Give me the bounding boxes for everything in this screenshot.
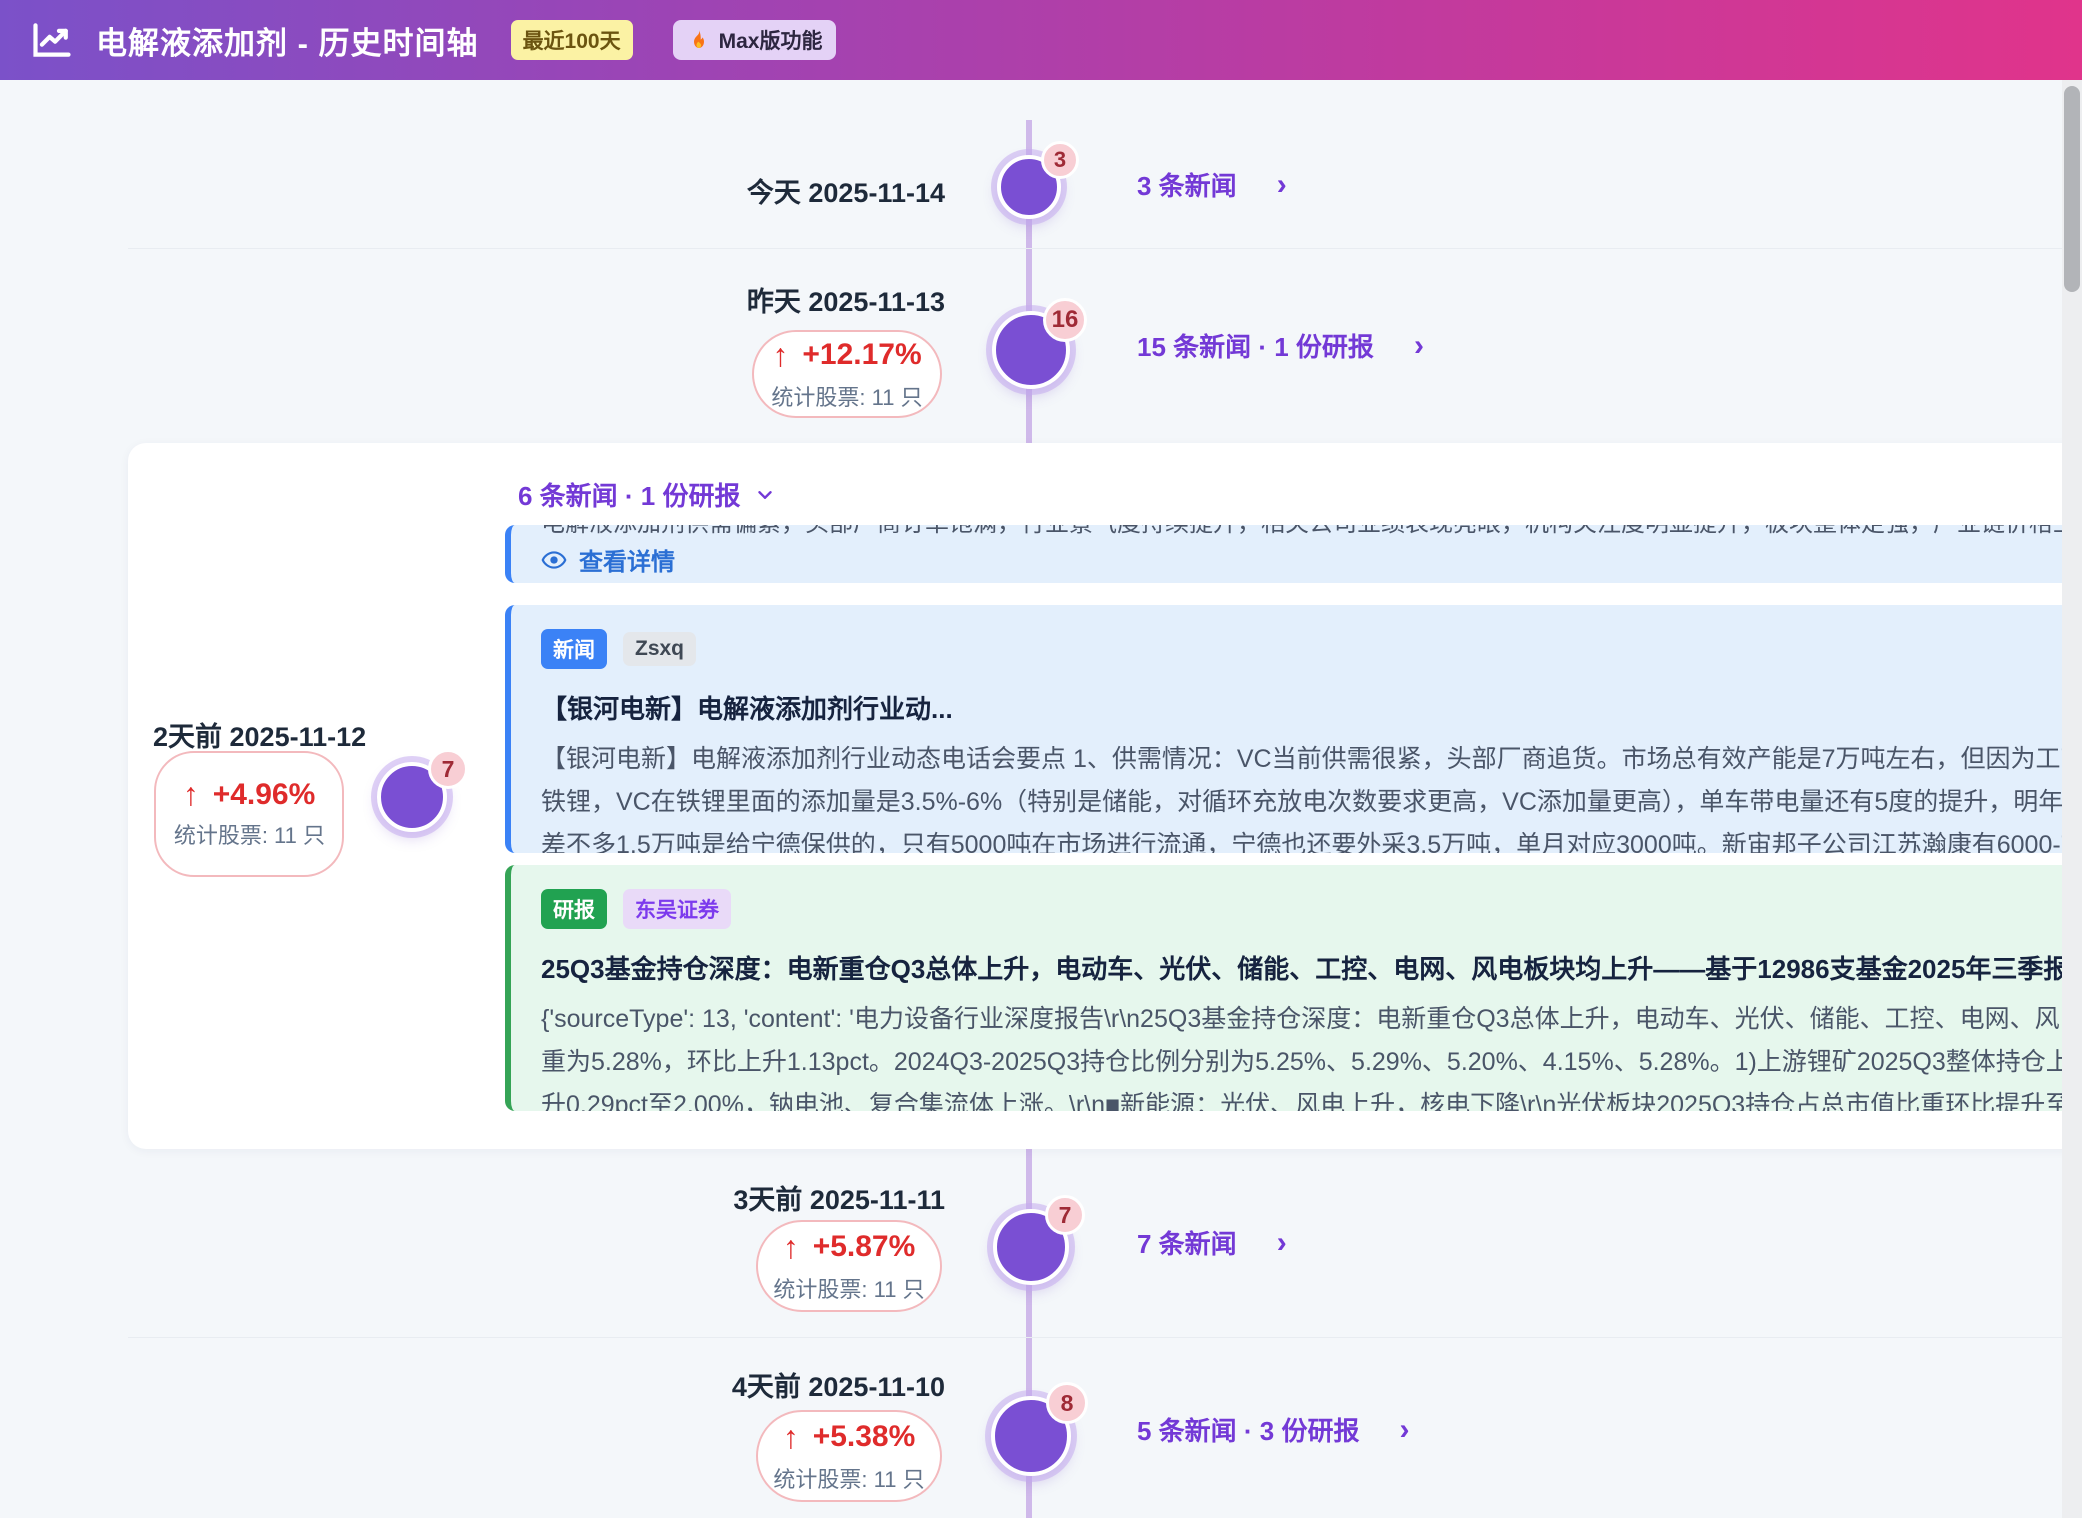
up-arrow-icon: ↑: [783, 1229, 799, 1266]
count-badge: 16: [1043, 298, 1087, 342]
report-body-line: 重为5.28%，环比上升1.13pct。2024Q3-2025Q3持仓比例分别为…: [541, 1041, 2082, 1084]
news-source-badge: Zsxq: [623, 632, 696, 666]
entry-date-label: 今天 2025-11-14: [747, 171, 945, 210]
change-percent: +5.87%: [813, 1230, 916, 1264]
up-arrow-icon: ↑: [183, 776, 199, 813]
news-count-link[interactable]: 3 条新闻 ›: [1137, 166, 1287, 203]
report-type-badge: 研报: [541, 889, 607, 929]
entry-date-label: 4天前 2025-11-10: [732, 1365, 945, 1404]
chevron-right-icon: ›: [1277, 1226, 1287, 1260]
change-pill: ↑ +5.87% 统计股票: 11 只: [756, 1220, 942, 1312]
clipped-text-line: 电解液添加剂供需偏紧，头部厂商订单饱满，行业景气度持续提升，相关公司业绩表现亮眼…: [541, 525, 2082, 534]
chevron-down-icon: [754, 484, 776, 506]
news-type-badge: 新闻: [541, 629, 607, 669]
count-badge: 7: [1045, 1195, 1085, 1235]
change-percent: +5.38%: [813, 1420, 916, 1454]
page-title: 电解液添加剂 - 历史时间轴: [96, 18, 479, 63]
flame-icon: [687, 28, 711, 52]
change-percent: +4.96%: [213, 778, 316, 812]
vertical-scrollbar[interactable]: [2062, 80, 2082, 1518]
view-details-link[interactable]: 查看详情: [541, 542, 675, 577]
up-arrow-icon: ↑: [783, 1419, 799, 1456]
date-range-badge: 最近100天: [511, 20, 633, 60]
report-title: 25Q3基金持仓深度：电新重仓Q3总体上升，电动车、光伏、储能、工控、电网、风电…: [541, 949, 2082, 986]
report-source-badge: 东吴证券: [623, 889, 731, 929]
eye-icon: [541, 547, 567, 573]
news-body-line: 【银河电新】电解液添加剂行业动态电话会要点 1、供需情况：VC当前供需很紧，头部…: [541, 738, 2082, 781]
count-badge: 3: [1041, 141, 1079, 179]
report-body-line: {'sourceType': 13, 'content': '电力设备行业深度报…: [541, 998, 2082, 1041]
max-feature-badge: Max版功能: [673, 20, 837, 60]
chevron-right-icon: ›: [1414, 329, 1424, 363]
entry-divider: [128, 248, 2062, 249]
news-count-link[interactable]: 15 条新闻 · 1 份研报 ›: [1137, 327, 1424, 364]
expanded-day-panel: 6 条新闻 · 1 份研报 2天前 2025-11-12 ↑ +4.96% 统计…: [128, 443, 2082, 1149]
entry-date-label: 3天前 2025-11-11: [733, 1178, 945, 1217]
max-feature-label: Max版功能: [719, 25, 823, 55]
count-badge: 8: [1046, 1382, 1088, 1424]
up-arrow-icon: ↑: [772, 337, 788, 374]
entry-date-label: 昨天 2025-11-13: [747, 280, 945, 319]
change-percent: +12.17%: [802, 338, 921, 372]
news-card[interactable]: 新闻 Zsxq 【银河电新】电解液添加剂行业动... 【银河电新】电解液添加剂行…: [505, 605, 2082, 853]
chart-line-icon: [30, 18, 74, 62]
stock-stats: 统计股票: 11 只: [773, 1272, 924, 1304]
change-pill: ↑ +5.38% 统计股票: 11 只: [756, 1410, 942, 1502]
chevron-right-icon: ›: [1277, 168, 1287, 202]
entry-date-label: 2天前 2025-11-12: [153, 715, 366, 754]
count-badge: 7: [428, 749, 468, 789]
news-body-line: 差不多1.5万吨是给宁德保供的，只有5000吨在市场进行流通，宁德也还要外采3.…: [541, 824, 2082, 853]
news-card-clipped[interactable]: 电解液添加剂供需偏紧，头部厂商订单饱满，行业景气度持续提升，相关公司业绩表现亮眼…: [505, 525, 2082, 583]
stock-stats: 统计股票: 11 只: [773, 1462, 924, 1494]
news-title: 【银河电新】电解液添加剂行业动...: [541, 689, 2082, 726]
report-body-line: 升0.29pct至2.00%，钠电池、复合集流体上涨。\r\n■新能源：光伏、风…: [541, 1084, 2082, 1111]
news-count-link[interactable]: 5 条新闻 · 3 份研报 ›: [1137, 1411, 1409, 1448]
change-pill: ↑ +4.96% 统计股票: 11 只: [154, 751, 344, 877]
scrollbar-thumb[interactable]: [2064, 86, 2080, 292]
stock-stats: 统计股票: 11 只: [771, 380, 922, 412]
change-pill: ↑ +12.17% 统计股票: 11 只: [752, 330, 942, 418]
news-body-line: 铁锂，VC在铁锂里面的添加量是3.5%-6%（特别是储能，对循环充放电次数要求更…: [541, 781, 2082, 824]
stock-stats: 统计股票: 11 只: [173, 819, 325, 852]
chevron-right-icon: ›: [1399, 1413, 1409, 1447]
panel-summary-link[interactable]: 6 条新闻 · 1 份研报: [518, 476, 776, 513]
app-header: 电解液添加剂 - 历史时间轴 最近100天 Max版功能: [0, 0, 2082, 80]
entry-divider: [128, 1337, 2062, 1338]
news-count-link[interactable]: 7 条新闻 ›: [1137, 1224, 1287, 1261]
report-card[interactable]: 研报 东吴证券 25Q3基金持仓深度：电新重仓Q3总体上升，电动车、光伏、储能、…: [505, 865, 2082, 1111]
